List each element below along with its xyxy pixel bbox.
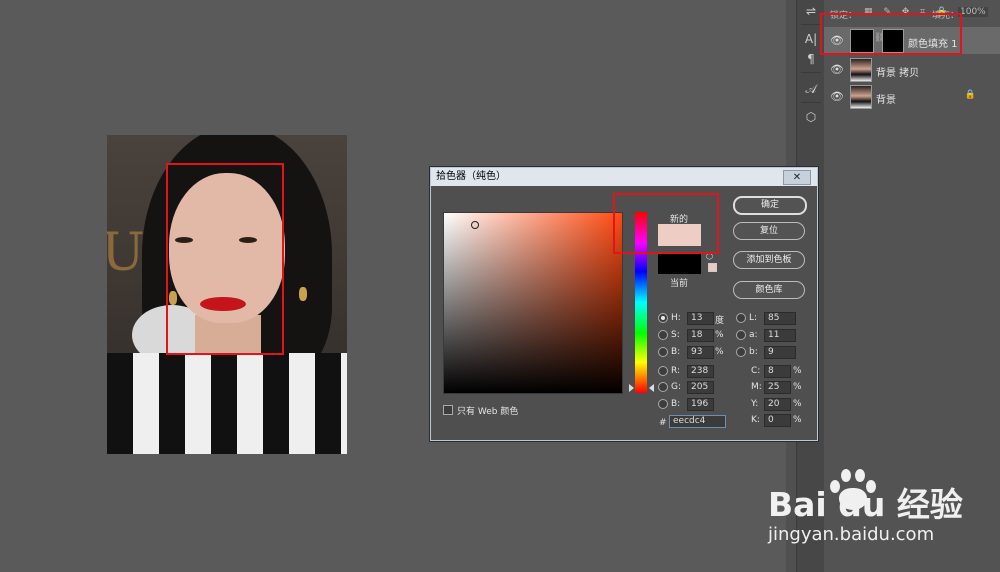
hue-slider-right-arrow[interactable] — [649, 384, 654, 392]
hex-label: # — [659, 418, 667, 428]
rgb-b-input[interactable]: 196 — [687, 398, 714, 411]
layer-name: 背景 拷贝 — [876, 68, 920, 79]
radio-a[interactable] — [736, 330, 746, 340]
layer-name: 背景 — [876, 95, 896, 106]
color-field-cursor[interactable] — [471, 221, 479, 229]
g-input[interactable]: 205 — [687, 381, 714, 394]
glyph-icon[interactable]: 𝒜 — [797, 78, 825, 100]
lab-b-label: b: — [749, 347, 758, 357]
h-label: H: — [671, 313, 681, 323]
current-color-swatch[interactable] — [658, 252, 701, 274]
h-unit: 度 — [715, 316, 725, 326]
web-only-checkbox[interactable] — [443, 405, 453, 415]
web-only-label: 只有 Web 颜色 — [457, 407, 519, 417]
3d-icon[interactable]: ⬡ — [797, 106, 825, 128]
a-input[interactable]: 11 — [764, 329, 796, 342]
reset-button[interactable]: 复位 — [733, 222, 805, 240]
hex-input[interactable]: eecdc4 — [669, 415, 726, 428]
c-unit: % — [793, 366, 802, 376]
color-field[interactable] — [443, 212, 623, 394]
l-label: L: — [749, 313, 758, 323]
ok-button[interactable]: 确定 — [733, 196, 807, 215]
photo-thumb — [850, 85, 872, 109]
radio-rgb-b[interactable] — [658, 399, 668, 409]
layer-background[interactable]: 👁 背景 🔒 — [824, 83, 1000, 110]
web-safe-swatch[interactable] — [708, 263, 717, 272]
m-input[interactable]: 25 — [764, 381, 791, 394]
fill-input[interactable]: 100% — [958, 7, 988, 17]
c-input[interactable]: 8 — [764, 365, 791, 378]
add-to-swatches-button[interactable]: 添加到色板 — [733, 251, 805, 269]
radio-lab-b[interactable] — [736, 347, 746, 357]
color-libraries-button[interactable]: 颜色库 — [733, 281, 805, 299]
c-label: C: — [751, 366, 761, 376]
l-input[interactable]: 85 — [764, 312, 796, 325]
new-color-highlight-box — [613, 193, 719, 254]
visibility-eye-icon[interactable]: 👁 — [830, 90, 844, 103]
dialog-title: 拾色器（纯色） — [436, 171, 506, 182]
layer-background-copy[interactable]: 👁 背景 拷贝 — [824, 56, 1000, 83]
y-unit: % — [793, 399, 802, 409]
watermark-brand: Bai du 经验 — [768, 485, 963, 524]
y-input[interactable]: 20 — [764, 398, 791, 411]
a-label: a: — [749, 330, 758, 340]
dialog-title-bar[interactable]: 拾色器（纯色） ✕ — [431, 168, 817, 186]
radio-r[interactable] — [658, 366, 668, 376]
b-unit: % — [715, 347, 724, 357]
radio-g[interactable] — [658, 382, 668, 392]
radio-l[interactable] — [736, 313, 746, 323]
s-label: S: — [671, 330, 680, 340]
k-unit: % — [793, 415, 802, 425]
close-button[interactable]: ✕ — [783, 170, 811, 185]
photo-thumb — [850, 58, 872, 82]
m-unit: % — [793, 382, 802, 392]
face-selection-box — [166, 163, 284, 355]
b-label: B: — [671, 347, 681, 357]
radio-b[interactable] — [658, 347, 668, 357]
k-label: K: — [751, 415, 760, 425]
visibility-eye-icon[interactable]: 👁 — [830, 63, 844, 76]
lock-icon: 🔒 — [964, 90, 976, 100]
lab-b-input[interactable]: 9 — [764, 346, 796, 359]
rgb-b-label: B: — [671, 399, 681, 409]
s-unit: % — [715, 330, 724, 340]
layer-highlight-box — [820, 13, 962, 55]
m-label: M: — [751, 382, 762, 392]
s-input[interactable]: 18 — [687, 329, 714, 342]
radio-s[interactable] — [658, 330, 668, 340]
y-label: Y: — [751, 399, 759, 409]
radio-h[interactable] — [658, 313, 668, 323]
current-label: 当前 — [670, 279, 689, 289]
watermark-url: jingyan.baidu.com — [768, 524, 935, 545]
h-input[interactable]: 13 — [687, 312, 714, 325]
k-input[interactable]: 0 — [764, 414, 791, 427]
g-label: G: — [671, 382, 682, 392]
r-input[interactable]: 238 — [687, 365, 714, 378]
r-label: R: — [671, 366, 681, 376]
hue-slider-left-arrow[interactable] — [629, 384, 634, 392]
b-input[interactable]: 93 — [687, 346, 714, 359]
